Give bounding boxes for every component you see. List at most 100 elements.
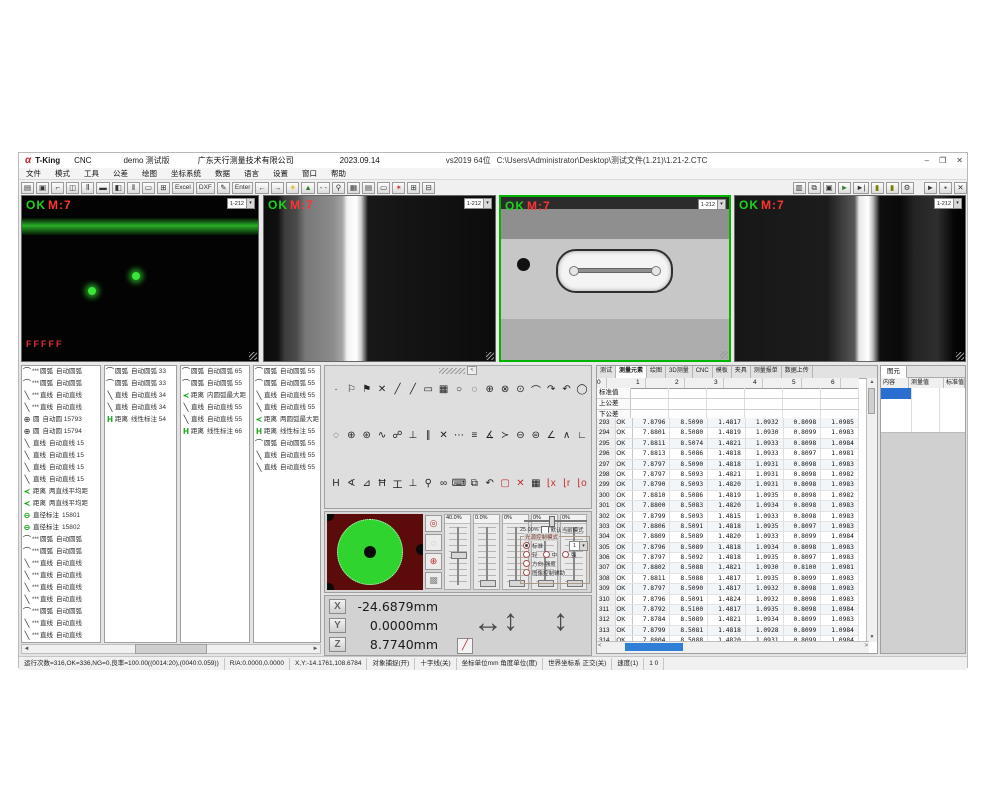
toolbar-button[interactable]: ⌐ [51, 182, 64, 194]
measure-tool-button[interactable]: · [329, 382, 343, 396]
toolbar-button[interactable]: - - [317, 182, 330, 194]
menu-item[interactable]: 设置 [266, 168, 295, 179]
element-list-item[interactable]: ⌒圆弧自动圆弧 55 [254, 438, 320, 450]
direction-radio[interactable] [523, 560, 530, 567]
toolbar-button[interactable]: Excel [172, 182, 194, 194]
toolbar-button[interactable]: ⊟ [422, 182, 435, 194]
result-row[interactable]: 294 OK 7.8801 8.5080 1.4819 1.0930 0.809… [597, 428, 859, 438]
camera-view-2[interactable]: OKM:7 1-212▾ [263, 195, 496, 362]
result-row[interactable]: 308 OK 7.8811 8.5088 1.4817 1.0935 0.809… [597, 574, 859, 584]
measure-tool-button[interactable]: ╱ [391, 382, 405, 396]
element-list-item[interactable]: ╲***直线自动直线 [22, 570, 100, 582]
result-row[interactable]: 311 OK 7.8792 8.5100 1.4817 1.0935 0.809… [597, 605, 859, 615]
measure-tool-button[interactable]: ∠ [544, 428, 558, 442]
toolbar-button[interactable]: ▭ [142, 182, 155, 194]
measure-tool-button[interactable]: ✕ [514, 476, 528, 490]
scroll-left-arrow-icon[interactable]: ◄ [22, 646, 31, 652]
camera-view-4[interactable]: OKM:7 1-212▾ [734, 195, 966, 362]
toolbar-button[interactable]: ⊞ [407, 182, 420, 194]
measure-tool-button[interactable]: ⌊r [560, 476, 574, 490]
element-list-item[interactable]: ≺距离内圆弧最大距 [181, 390, 249, 402]
measure-tool-button[interactable]: ⊛ [360, 428, 374, 442]
element-list-item[interactable]: ╲直线自动直线 55 [254, 450, 320, 462]
run-toolbar-button[interactable]: ⚙ [901, 182, 914, 194]
jog-xy-vertical-arrows-icon[interactable]: ↕ [503, 602, 518, 640]
element-list-item[interactable]: ╲***直线自动直线 [22, 618, 100, 630]
scrollbar-thumb[interactable] [135, 644, 207, 654]
measure-tool-button[interactable]: ⊙ [514, 382, 528, 396]
element-list-item[interactable]: ≺距离两圆弧最大距 [254, 414, 320, 426]
measure-tool-button[interactable]: ⌊x [544, 476, 558, 490]
menu-item[interactable]: 数据 [208, 168, 237, 179]
result-row[interactable]: 310 OK 7.8796 8.5091 1.4824 1.0932 0.809… [597, 595, 859, 605]
element-list-item[interactable]: ╲***直线自动直线 [22, 594, 100, 606]
ring-light-preview[interactable] [327, 514, 423, 590]
element-lists-hscrollbar[interactable]: ◄ ► [21, 644, 321, 654]
scrollbar-thumb[interactable] [625, 643, 683, 651]
measure-tool-button[interactable]: ⊕ [483, 382, 497, 396]
element-list-item[interactable]: ⌒圆弧自动圆弧 65 [181, 366, 249, 378]
result-row[interactable]: 297 OK 7.8797 8.5090 1.4818 1.0931 0.809… [597, 460, 859, 470]
element-list-item[interactable]: H距离线性标注 54 [105, 414, 176, 426]
camera2-magnification-select[interactable]: 1-212▾ [464, 198, 492, 209]
measure-tool-button[interactable]: ∧ [560, 428, 574, 442]
x-axis-button[interactable]: X [329, 599, 346, 614]
measure-tool-button[interactable]: ✕ [437, 428, 451, 442]
element-list-item[interactable]: ╲***直线自动直线 [22, 390, 100, 402]
element-list-item[interactable]: ⌒圆弧自动圆弧 33 [105, 366, 176, 378]
measure-tool-button[interactable]: ⊥ [406, 428, 420, 442]
menu-item[interactable]: 模式 [48, 168, 77, 179]
measure-tool-button[interactable]: ▦ [529, 476, 543, 490]
chevron-down-icon[interactable]: ▾ [246, 199, 254, 208]
menu-item[interactable]: 公差 [106, 168, 135, 179]
scroll-right-arrow-icon[interactable]: > [864, 643, 868, 649]
result-row[interactable]: 299 OK 7.8790 8.5093 1.4820 1.0931 0.809… [597, 480, 859, 490]
element-list-item[interactable]: ╲直线自动直线 55 [254, 462, 320, 474]
toolbar-button[interactable]: ✶ [392, 182, 405, 194]
measure-tool-button[interactable]: ⊗ [498, 382, 512, 396]
run-toolbar-button[interactable]: ▣ [823, 182, 836, 194]
element-list-item[interactable]: ╲直线自动直线 15 [22, 462, 100, 474]
toolbar-button[interactable]: ▤ [362, 182, 375, 194]
measure-tool-button[interactable]: ↶ [560, 382, 574, 396]
master-intensity-slider[interactable] [522, 515, 589, 525]
result-row[interactable]: 303 OK 7.8806 8.5091 1.4818 1.0935 0.809… [597, 522, 859, 532]
y-axis-button[interactable]: Y [329, 618, 346, 633]
toolbar-button[interactable]: ▲ [301, 182, 314, 194]
result-row[interactable]: 298 OK 7.8797 8.5093 1.4821 1.0931 0.809… [597, 470, 859, 480]
measure-tool-button[interactable]: ⊿ [360, 476, 374, 490]
toolbar-button[interactable]: ▤ [21, 182, 34, 194]
result-row[interactable]: 302 OK 7.8799 8.5093 1.4815 1.0933 0.809… [597, 512, 859, 522]
results-tab[interactable]: 数据上传 [782, 366, 813, 378]
channel-combo[interactable]: 1▾ [569, 541, 588, 551]
measure-tool-button[interactable]: ⌒ [529, 382, 543, 396]
result-row[interactable]: 295 OK 7.8811 8.5074 1.4821 1.0933 0.809… [597, 439, 859, 449]
measure-tool-button[interactable]: ⚑ [360, 382, 374, 396]
toolbar-button[interactable]: Ⅱ [81, 182, 94, 194]
measure-tool-button[interactable]: ▢ [498, 476, 512, 490]
ring-outer-button[interactable]: ◌ [425, 534, 442, 551]
result-row[interactable]: 306 OK 7.8797 8.5092 1.4818 1.0935 0.809… [597, 553, 859, 563]
toolbox-collapse-button[interactable]: < [467, 366, 477, 375]
tolerance-row[interactable]: 上公差 [597, 399, 859, 410]
resize-grip-icon[interactable] [249, 352, 257, 360]
element-list-item[interactable]: ╲直线自动直线 15 [22, 438, 100, 450]
measure-tool-button[interactable]: ⚐ [344, 382, 358, 396]
results-hscrollbar[interactable]: < > [597, 641, 869, 653]
measure-tool-button[interactable]: ⌊o [575, 476, 589, 490]
element-list-item[interactable]: ⌒***圆弧自动圆弧 [22, 366, 100, 378]
measure-tool-button[interactable]: ✕ [375, 382, 389, 396]
toolbar-button[interactable]: ✎ [217, 182, 230, 194]
menu-item[interactable]: 绘图 [135, 168, 164, 179]
measure-tool-button[interactable]: ∿ [375, 428, 389, 442]
scroll-right-arrow-icon[interactable]: ► [311, 646, 320, 652]
element-list-item[interactable]: ⌒***圆弧自动圆弧 [22, 606, 100, 618]
element-list-item[interactable]: ╲***直线自动直线 [22, 630, 100, 642]
close-button[interactable]: ✕ [956, 156, 963, 165]
run-toolbar-button[interactable]: ▮ [871, 182, 884, 194]
measure-tool-button[interactable]: ◌ [329, 428, 343, 442]
far-toolbar-button[interactable]: ► [924, 182, 937, 194]
measure-tool-button[interactable]: ○ [452, 382, 466, 396]
slider-thumb[interactable] [451, 552, 467, 559]
toolbar-button[interactable]: ◧ [112, 182, 125, 194]
